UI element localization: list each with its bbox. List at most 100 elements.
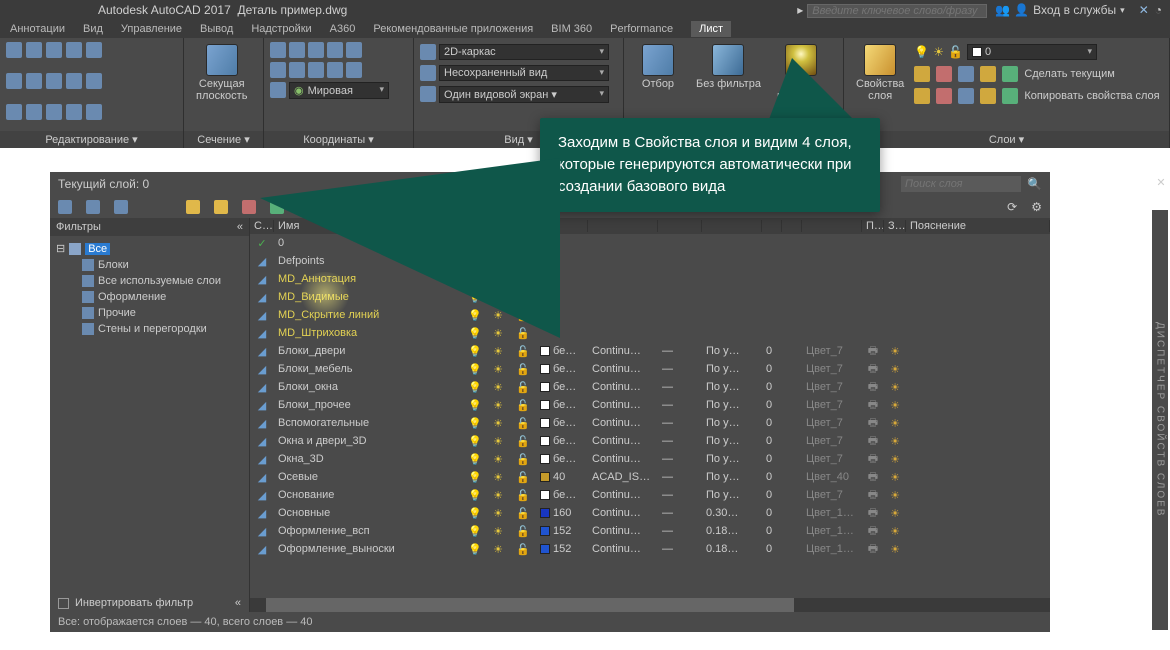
edit-tool-7[interactable] [46, 73, 62, 89]
copy-layer-props-button[interactable]: Копировать свойства слоя [1024, 90, 1159, 102]
layer-row[interactable]: ◢Вспомогательные💡☀🔓бе…Continu…—По у…0Цве… [250, 414, 1050, 432]
sun-icon[interactable]: ☀ [884, 435, 906, 448]
layer-icon[interactable] [980, 88, 996, 104]
lock-icon[interactable]: 🔓 [510, 471, 536, 484]
sun-icon[interactable]: ☀ [486, 255, 510, 268]
new-vp-layer-icon[interactable] [214, 200, 228, 214]
edit-tool-6[interactable] [26, 73, 42, 89]
section-plane-button[interactable]: Секущая плоскость [190, 42, 253, 131]
ribbon-tab-6[interactable]: Рекомендованные приложения [373, 23, 533, 35]
layer-icon[interactable] [980, 66, 996, 82]
lock-icon[interactable]: 🔓 [510, 327, 536, 340]
col-header-4[interactable] [510, 220, 536, 232]
ucs-icon[interactable] [289, 62, 305, 78]
print-icon[interactable]: 🖶 [862, 468, 884, 487]
ucs-dropdown[interactable]: ◉Мировая [289, 82, 389, 99]
filter-item-0[interactable]: Блоки [82, 257, 243, 273]
edit-tool-8[interactable] [66, 73, 82, 89]
make-current-icon[interactable] [914, 66, 930, 82]
col-header-8[interactable] [702, 220, 762, 232]
sun-icon[interactable]: ☀ [884, 345, 906, 358]
ribbon-tab-2[interactable]: Управление [121, 23, 182, 35]
bulb-icon[interactable]: 💡 [464, 417, 486, 430]
invert-filter-checkbox[interactable] [58, 598, 69, 609]
collapse-filters-icon[interactable]: « [237, 221, 243, 233]
bulb-icon[interactable]: 💡 [464, 327, 486, 340]
layer-row[interactable]: ◢Блоки_окна💡☀🔓бе…Continu…—По у…0Цвет_7🖶☀ [250, 378, 1050, 396]
edit-tool-13[interactable] [66, 104, 82, 120]
new-layer-icon[interactable] [186, 200, 200, 214]
help-search[interactable]: ▸ [797, 3, 987, 18]
bulb-icon[interactable]: 💡 [464, 525, 486, 538]
lock-icon[interactable]: 🔓 [510, 507, 536, 520]
layer-row[interactable]: ◢Блоки_двери💡☀🔓бе…Continu…—По у…0Цвет_7🖶… [250, 342, 1050, 360]
ucs-icon[interactable] [308, 42, 324, 58]
col-header-10[interactable] [782, 220, 802, 232]
sun-icon[interactable]: ☀ [486, 525, 510, 538]
no-filter-button[interactable]: Без фильтра [690, 42, 767, 132]
filter-item-2[interactable]: Оформление [82, 289, 243, 305]
lock-icon[interactable]: 🔓 [510, 525, 536, 538]
edit-tool-12[interactable] [46, 104, 62, 120]
panel-layers-label[interactable]: Слои ▾ [844, 131, 1169, 148]
col-header-12[interactable]: П… [862, 220, 884, 232]
sun-icon[interactable]: ☀ [884, 381, 906, 394]
lock-icon[interactable]: 🔓 [510, 417, 536, 430]
sun-icon[interactable]: ☀ [486, 471, 510, 484]
sun-icon[interactable]: ☀ [884, 525, 906, 538]
layer-row[interactable]: ◢Окна_3D💡☀🔓бе…Continu…—По у…0Цвет_7🖶☀ [250, 450, 1050, 468]
layer-icon[interactable] [936, 66, 952, 82]
ribbon-tab-4[interactable]: Надстройки [251, 23, 311, 35]
col-header-2[interactable]: В… [464, 220, 486, 232]
print-icon[interactable]: 🖶 [862, 522, 884, 541]
sun-icon[interactable]: ☀ [884, 417, 906, 430]
signin-button[interactable]: 👥👤Вход в службы▾ [995, 3, 1124, 17]
states-icon[interactable] [114, 200, 128, 214]
sun-icon[interactable]: ☀ [486, 489, 510, 502]
lock-icon[interactable]: 🔓 [510, 489, 536, 502]
bulb-icon[interactable]: 💡 [464, 363, 486, 376]
sun-icon[interactable]: ☀ [933, 45, 944, 59]
refresh-icon[interactable]: ⟳ [1007, 200, 1017, 214]
layer-row[interactable]: ◢Блоки_прочее💡☀🔓бе…Continu…—По у…0Цвет_7… [250, 396, 1050, 414]
match-layer-icon[interactable] [1002, 66, 1018, 82]
lock-icon[interactable]: 🔓 [510, 399, 536, 412]
ucs-icon[interactable] [346, 42, 362, 58]
h-scrollbar[interactable] [250, 598, 1050, 612]
col-header-13[interactable]: З… [884, 220, 906, 232]
edit-tool-14[interactable] [86, 104, 102, 120]
filter-item-3[interactable]: Прочие [82, 305, 243, 321]
sun-icon[interactable]: ☀ [486, 291, 510, 304]
lock-icon[interactable]: 🔓 [510, 435, 536, 448]
delete-layer-icon[interactable] [242, 200, 256, 214]
print-icon[interactable]: 🖶 [862, 540, 884, 559]
col-header-0[interactable]: С… [250, 220, 274, 232]
close-icon[interactable]: ✕ [1155, 178, 1167, 190]
panel-section-label[interactable]: Сечение ▾ [184, 131, 263, 148]
lock-icon[interactable]: 🔓 [510, 309, 536, 322]
ribbon-tab-7[interactable]: BIM 360 [551, 23, 592, 35]
layer-row[interactable]: ◢MD_Штриховка💡☀🔓 [250, 324, 1050, 342]
layer-row[interactable]: ◢Осевые💡☀🔓40ACAD_IS…—По у…0Цвет_40🖶☀ [250, 468, 1050, 486]
sun-icon[interactable]: ☀ [486, 507, 510, 520]
sun-icon[interactable]: ☀ [884, 471, 906, 484]
col-header-5[interactable] [536, 220, 588, 232]
bulb-icon[interactable]: 💡 [464, 381, 486, 394]
bulb-icon[interactable]: 💡 [914, 45, 929, 59]
sun-icon[interactable]: ☀ [486, 399, 510, 412]
filter-item-1[interactable]: Все используемые слои [82, 273, 243, 289]
print-icon[interactable]: 🖶 [862, 504, 884, 523]
filter-tree[interactable]: ⊟ Все Блоки Все используемые слои Оформл… [50, 236, 249, 594]
lock-icon[interactable]: 🔓 [510, 543, 536, 556]
ribbon-tab-3[interactable]: Вывод [200, 23, 233, 35]
print-icon[interactable]: 🖶 [862, 378, 884, 397]
panel-coords-label[interactable]: Координаты ▾ [264, 131, 413, 148]
layer-row[interactable]: ◢MD_Аннотация💡☀🔓 [250, 270, 1050, 288]
col-header-6[interactable] [588, 220, 658, 232]
bulb-icon[interactable]: 💡 [464, 471, 486, 484]
viewport-icon[interactable] [420, 86, 436, 102]
edit-tool-1[interactable] [26, 42, 42, 58]
lock-icon[interactable]: 🔓 [510, 291, 536, 304]
bulb-icon[interactable]: 💡 [464, 399, 486, 412]
ucs-icon[interactable] [289, 42, 305, 58]
